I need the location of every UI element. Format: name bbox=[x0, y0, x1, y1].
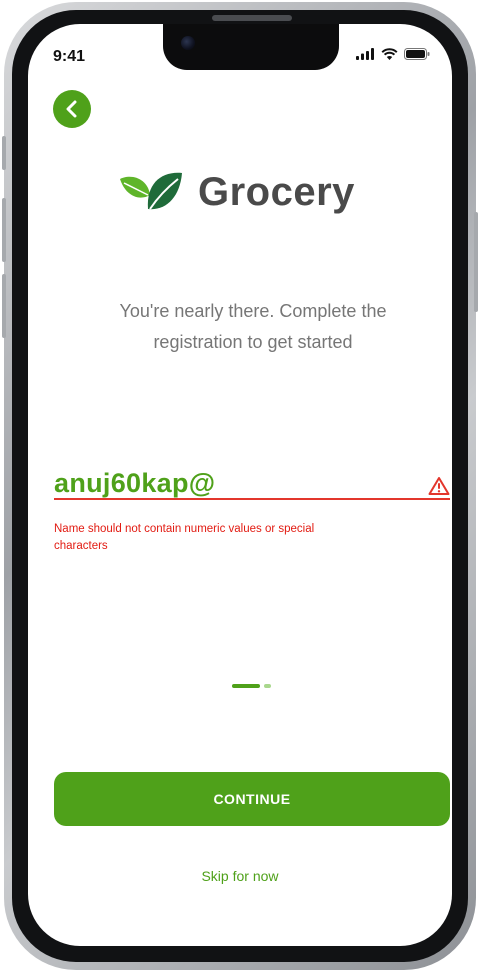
field-underline bbox=[54, 498, 450, 500]
speaker-grill bbox=[212, 15, 292, 21]
page-indicator bbox=[232, 684, 271, 688]
page-subtitle: You're nearly there. Complete the regist… bbox=[119, 301, 387, 352]
status-time: 9:41 bbox=[53, 48, 86, 65]
power-button bbox=[474, 212, 478, 312]
signal-icon bbox=[356, 48, 374, 60]
error-message: Name should not contain numeric values o… bbox=[54, 523, 315, 552]
warning-icon bbox=[428, 477, 450, 495]
name-input[interactable]: anuj60kap@ bbox=[54, 468, 215, 498]
name-field[interactable]: anuj60kap@ bbox=[54, 468, 450, 499]
status-icons bbox=[356, 48, 430, 60]
mute-switch bbox=[2, 136, 6, 170]
page-indicator-dot bbox=[264, 684, 271, 688]
screen: 9:41 Grocery You're nearly there. Comple… bbox=[28, 24, 452, 946]
camera-icon bbox=[181, 36, 195, 50]
brand-logo: Grocery bbox=[118, 170, 355, 215]
skip-link[interactable]: Skip for now bbox=[28, 868, 452, 884]
continue-button[interactable]: CONTINUE bbox=[54, 772, 450, 826]
volume-down-button bbox=[2, 274, 6, 338]
bezel: 9:41 Grocery You're nearly there. Comple… bbox=[12, 10, 468, 962]
wifi-icon bbox=[381, 48, 398, 60]
volume-up-button bbox=[2, 198, 6, 262]
chevron-left-icon bbox=[66, 100, 77, 118]
battery-icon bbox=[404, 48, 430, 60]
leaf-icon bbox=[120, 172, 182, 210]
page-indicator-active bbox=[232, 684, 260, 688]
back-button[interactable] bbox=[53, 90, 91, 128]
phone-frame: 9:41 Grocery You're nearly there. Comple… bbox=[2, 2, 478, 970]
notch bbox=[163, 24, 339, 70]
brand-name: Grocery bbox=[198, 170, 355, 214]
